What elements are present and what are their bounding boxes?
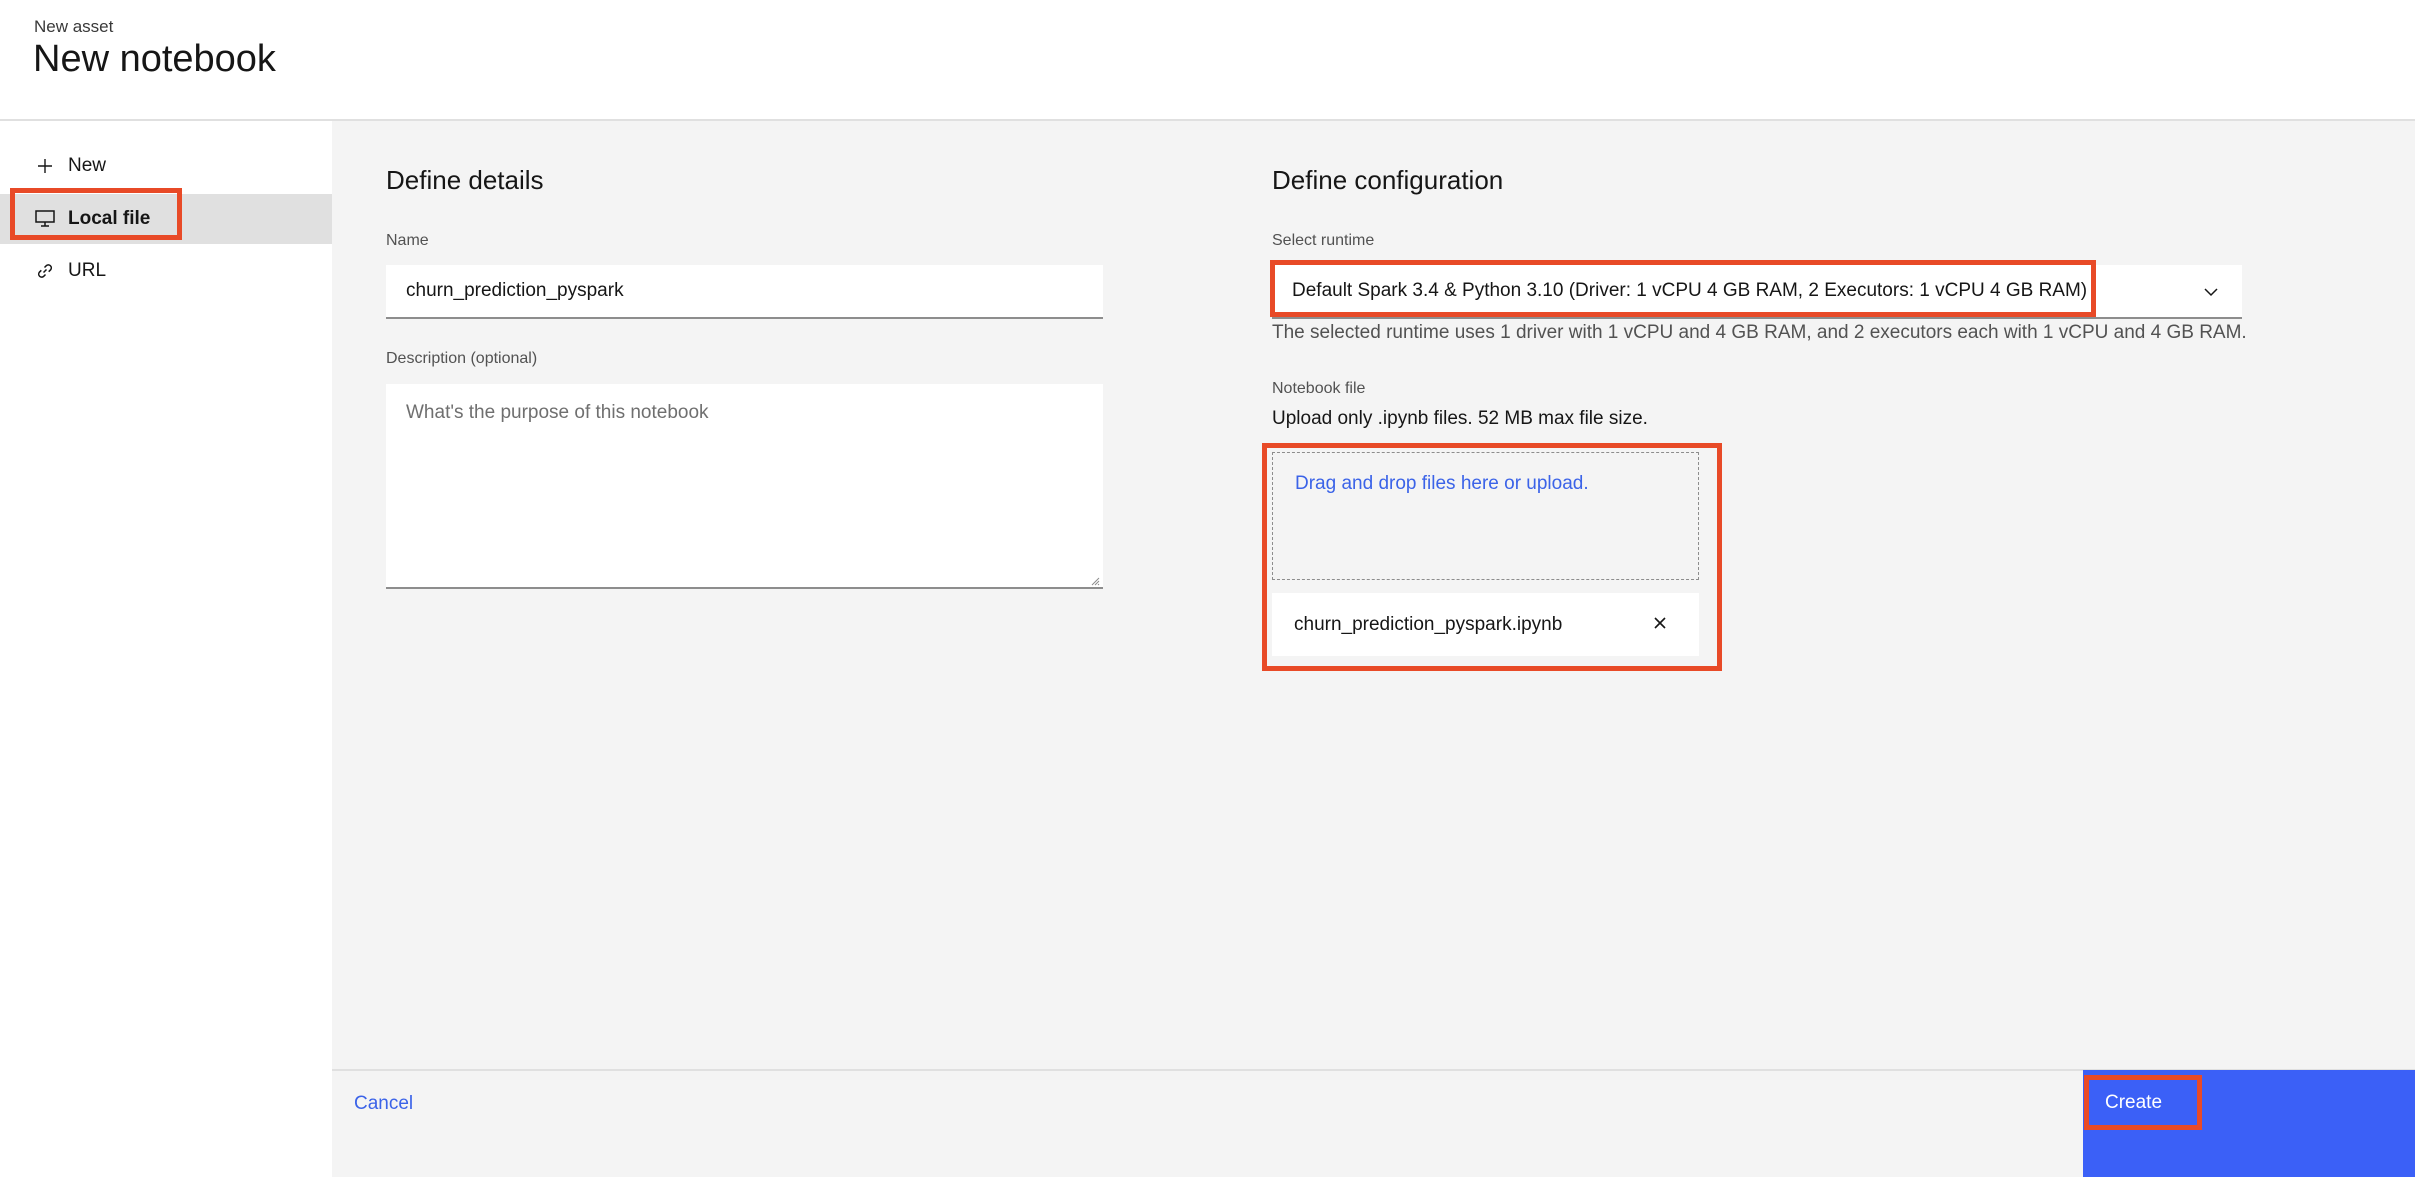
configuration-section-title: Define configuration (1272, 165, 1504, 195)
upload-link[interactable]: Drag and drop files here or upload. (1295, 473, 1589, 495)
notebook-file-label: Notebook file (1272, 380, 1366, 397)
runtime-select-value: Default Spark 3.4 & Python 3.10 (Driver:… (1292, 280, 2088, 301)
plus-icon (34, 155, 56, 177)
runtime-helper-text: The selected runtime uses 1 driver with … (1272, 322, 2247, 343)
link-icon (34, 260, 56, 282)
runtime-select[interactable]: Default Spark 3.4 & Python 3.10 (Driver:… (1272, 265, 2242, 319)
upload-instructions: Upload only .ipynb files. 52 MB max file… (1272, 408, 1648, 429)
page-header: New asset New notebook (0, 0, 2415, 121)
sidebar-item-label: URL (68, 260, 107, 281)
create-button[interactable]: Create (2083, 1070, 2415, 1177)
uploaded-file-item: churn_prediction_pyspark.ipynb (1272, 593, 1699, 656)
runtime-label: Select runtime (1272, 232, 1375, 249)
sidebar: New Local file URL (0, 121, 332, 1177)
sidebar-item-new[interactable]: New (0, 141, 332, 191)
file-dropzone[interactable]: Drag and drop files here or upload. (1272, 452, 1699, 580)
name-label: Name (386, 232, 429, 249)
page-title: New notebook (33, 38, 276, 80)
name-input[interactable] (386, 265, 1103, 319)
footer: Cancel Create (332, 1069, 2415, 1177)
description-textarea[interactable] (386, 384, 1103, 589)
sidebar-item-label: Local file (68, 208, 151, 229)
close-icon[interactable] (1651, 614, 1669, 632)
cancel-button[interactable]: Cancel (354, 1093, 413, 1115)
sidebar-item-label: New (68, 155, 107, 176)
desktop-icon (34, 208, 56, 230)
create-button-label: Create (2105, 1092, 2163, 1113)
details-section-title: Define details (386, 165, 544, 195)
chevron-down-icon (2204, 288, 2218, 297)
description-label: Description (optional) (386, 350, 538, 367)
sidebar-item-local-file[interactable]: Local file (0, 194, 332, 244)
main-content: Define details Name Description (optiona… (332, 121, 2415, 1177)
uploaded-file-name: churn_prediction_pyspark.ipynb (1294, 613, 1563, 635)
resize-grip-icon[interactable] (1088, 574, 1100, 586)
sidebar-item-url[interactable]: URL (0, 246, 332, 296)
page-eyebrow: New asset (34, 17, 114, 36)
